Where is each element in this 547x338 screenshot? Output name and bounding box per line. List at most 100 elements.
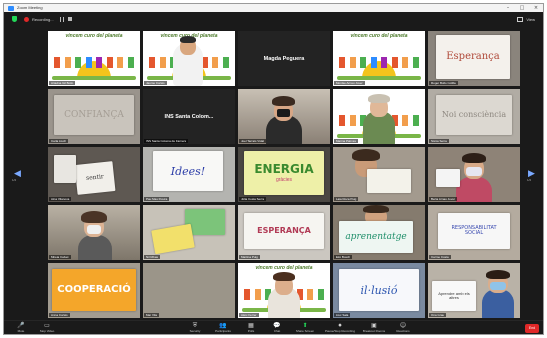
video-tile[interactable]: ESPERANÇA Martina Puig bbox=[238, 205, 330, 260]
held-card bbox=[367, 169, 411, 193]
minimize-button[interactable]: – bbox=[501, 4, 515, 12]
video-tile[interactable]: vincem curo del planeta Ariadna Gil Boll… bbox=[48, 31, 140, 86]
pause-recording-icon[interactable] bbox=[59, 16, 64, 22]
participant-name: Laia Roca Puig bbox=[334, 197, 359, 201]
held-card bbox=[436, 169, 460, 187]
video-camera-icon: ▭ bbox=[44, 322, 50, 329]
face-mask bbox=[277, 109, 290, 117]
face-mask bbox=[87, 225, 101, 234]
video-tile[interactable]: Esperança Roger Bollo Colilla bbox=[428, 31, 520, 86]
zoom-app-icon bbox=[8, 5, 14, 11]
ground-shape bbox=[52, 76, 136, 80]
participant-hair bbox=[81, 211, 107, 223]
mute-label: Mute bbox=[17, 329, 25, 333]
chat-icon: 💬 bbox=[273, 322, 281, 329]
security-button[interactable]: ⛨ Security bbox=[180, 322, 210, 334]
video-tile[interactable]: COOPERACIÓ Anna Cortés bbox=[48, 263, 140, 318]
maximize-button[interactable]: □ bbox=[515, 4, 529, 12]
participant-hair bbox=[273, 272, 295, 281]
held-card: Aprendre amb els altres bbox=[432, 281, 476, 311]
participant-person bbox=[456, 177, 492, 202]
participant-name: Carme Costa bbox=[429, 255, 451, 259]
breakout-rooms-icon: ▣ bbox=[371, 322, 377, 329]
video-tile[interactable]: Mar Vila bbox=[143, 263, 235, 318]
logo-figures bbox=[54, 57, 134, 68]
close-button[interactable]: × bbox=[529, 4, 543, 12]
video-tile[interactable]: Laia Roca Puig bbox=[333, 147, 425, 202]
logo-title: vincem curo del planeta bbox=[255, 265, 313, 271]
video-tile[interactable]: vincem curo del planeta Jaume Cortés bbox=[143, 31, 235, 86]
video-tile[interactable]: il·lusió Lluc Sala bbox=[333, 263, 425, 318]
held-card: CONFIANÇA bbox=[54, 95, 134, 135]
chat-label: Chat bbox=[273, 329, 281, 333]
face-mask bbox=[466, 167, 482, 176]
pager-left: 1/2 bbox=[12, 178, 17, 182]
video-tile[interactable]: Nil Ribas bbox=[143, 205, 235, 260]
recording-control-label: Pause/Stop Recording bbox=[324, 329, 356, 333]
video-tile[interactable]: Idees! Pau Mas Rovira bbox=[143, 147, 235, 202]
held-paper bbox=[54, 155, 76, 183]
shield-icon[interactable] bbox=[12, 16, 17, 22]
card-text: Esperança bbox=[446, 51, 500, 62]
participant-name: Lluc Sala bbox=[334, 313, 351, 317]
video-tile[interactable]: Mireia Calvet bbox=[48, 205, 140, 260]
card-text: Noi consciència bbox=[441, 110, 507, 119]
participant-name: Berta Arnau Jover bbox=[429, 197, 458, 201]
record-icon: ⏺ bbox=[338, 322, 342, 329]
video-tile[interactable]: Marina Palmés bbox=[333, 89, 425, 144]
card-text: COOPERACIÓ bbox=[57, 284, 131, 295]
participant-name: Ariadna Gil Bollo bbox=[49, 81, 76, 85]
view-button[interactable]: View bbox=[517, 16, 535, 22]
video-tile[interactable]: RESPONSABILITAT SOCIAL Carme Costa bbox=[428, 205, 520, 260]
participants-button[interactable]: 👥 Participants bbox=[208, 322, 238, 334]
participant-name: Nil Ribas bbox=[144, 255, 161, 259]
participant-hair bbox=[363, 205, 389, 213]
participant-person bbox=[482, 289, 514, 318]
window-controls: – □ × bbox=[501, 4, 543, 12]
participants-icon: 👥 bbox=[219, 322, 227, 329]
video-tile[interactable]: Berta Arnau Jover bbox=[428, 147, 520, 202]
pause-stop-recording-button[interactable]: ⏺ Pause/Stop Recording bbox=[320, 322, 360, 334]
card-text: sentir bbox=[85, 173, 105, 182]
participant-name: Júlia Costa Serra bbox=[239, 197, 267, 201]
window-title: Zoom Meeting bbox=[17, 5, 43, 10]
video-tile[interactable]: INS Santa Colom... INS Santa Coloma de F… bbox=[143, 89, 235, 144]
participant-hair bbox=[486, 270, 510, 279]
participant-name: Anna Cortés bbox=[49, 313, 70, 317]
chat-button[interactable]: 💬 Chat bbox=[262, 322, 292, 334]
reactions-button[interactable]: ☺ Reactions bbox=[388, 322, 418, 334]
video-tile[interactable]: sentir Aina Vilanova bbox=[48, 147, 140, 202]
pager-right: 1/2 bbox=[527, 178, 532, 182]
stop-recording-icon[interactable] bbox=[67, 17, 72, 21]
video-tile[interactable]: Joel Tarrats Vidal bbox=[238, 89, 330, 144]
video-tile[interactable]: ENERGIA gràcies Júlia Costa Serra bbox=[238, 147, 330, 202]
share-screen-label: Share Screen bbox=[295, 329, 315, 333]
video-tile[interactable]: vincem curo del planeta Montse Arnau Jov… bbox=[333, 31, 425, 86]
end-meeting-button[interactable]: End bbox=[525, 324, 539, 333]
held-card: RESPONSABILITAT SOCIAL bbox=[438, 213, 510, 249]
stop-video-button[interactable]: ▭ Stop Video bbox=[32, 322, 62, 334]
held-card: Noi consciència bbox=[436, 95, 512, 135]
held-card: ESPERANÇA bbox=[244, 213, 324, 249]
participant-name: Aleix Ferrer bbox=[239, 313, 259, 317]
participant-name: Jaume Cortés bbox=[144, 81, 167, 85]
breakout-rooms-button[interactable]: ▣ Breakout Rooms bbox=[356, 322, 392, 334]
video-tile[interactable]: CONFIANÇA Carla Lluch bbox=[48, 89, 140, 144]
participant-name: Ona Grau bbox=[429, 313, 447, 317]
recording-dot-icon bbox=[24, 16, 29, 22]
video-tile[interactable]: aprenentatge Eloi Bosch bbox=[333, 205, 425, 260]
participant-name: Montse Arnau Jover bbox=[334, 81, 365, 85]
ground-shape bbox=[337, 76, 421, 80]
video-tile[interactable]: Noi consciència Sònia Serra bbox=[428, 89, 520, 144]
video-tile[interactable]: vincem curo del planeta Aleix Ferrer bbox=[238, 263, 330, 318]
share-screen-button[interactable]: ⬆ Share Screen bbox=[290, 322, 320, 334]
participant-hair bbox=[352, 149, 380, 161]
participant-hair bbox=[368, 94, 390, 103]
video-tile[interactable]: Aprendre amb els altres Ona Grau bbox=[428, 263, 520, 318]
held-card: Esperança bbox=[436, 35, 510, 79]
card-text: aprenentatge bbox=[345, 231, 407, 242]
participant-name: Joel Tarrats Vidal bbox=[239, 139, 266, 143]
logo-figures bbox=[339, 57, 419, 68]
card-text: CONFIANÇA bbox=[64, 109, 124, 120]
video-tile[interactable]: Magda Peguera bbox=[238, 31, 330, 86]
